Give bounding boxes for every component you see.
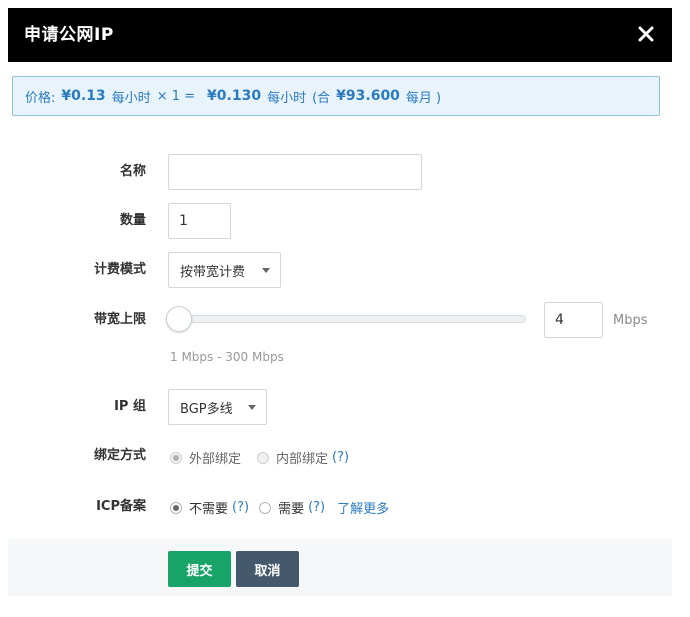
binding-mode-label: 绑定方式: [93, 448, 146, 463]
icp-required-help[interactable]: (?): [308, 500, 325, 515]
internal-binding-label: 内部绑定: [276, 452, 329, 467]
price-multiplier: × 1 =: [156, 88, 196, 104]
apply-public-ip-dialog: 申请公网IP 价格: ¥0.13 每小时 × 1 = ¥0.130 每小时 (合…: [8, 8, 672, 596]
quantity-label: 数量: [119, 213, 146, 228]
binding-help-link[interactable]: (?): [332, 450, 349, 465]
radio-icp-not-required[interactable]: [170, 501, 182, 514]
cancel-button[interactable]: 取消: [236, 551, 299, 587]
radio-internal-binding[interactable]: [257, 451, 270, 464]
bandwidth-slider-track[interactable]: [172, 315, 526, 323]
total-price-period: 每小时: [267, 90, 307, 106]
ip-group-select[interactable]: BGP多线: [168, 389, 267, 425]
dialog-title-bar: 申请公网IP: [8, 8, 672, 62]
close-button[interactable]: [632, 20, 660, 48]
name-label: 名称: [119, 164, 146, 179]
icp-not-required-label: 不需要: [189, 502, 229, 517]
dialog-title: 申请公网IP: [24, 25, 114, 45]
quantity-input[interactable]: [168, 203, 231, 239]
total-price: ¥0.130: [207, 88, 262, 104]
icp-not-required-help[interactable]: (?): [232, 500, 249, 515]
billing-mode-select[interactable]: 按带宽计费: [168, 252, 281, 288]
icp-options: 不需要 (?) 需要 (?) 了解更多: [170, 498, 389, 517]
bandwidth-label: 带宽上限: [93, 312, 146, 327]
billing-mode-label: 计费模式: [93, 262, 146, 277]
icp-label: ICP备案: [96, 499, 146, 514]
caret-down-icon: [262, 268, 270, 273]
submit-button[interactable]: 提交: [168, 551, 231, 587]
ip-group-label: IP 组: [114, 399, 146, 414]
name-input[interactable]: [168, 154, 422, 190]
radio-external-binding[interactable]: [170, 451, 182, 464]
monthly-open: (合: [312, 90, 331, 106]
unit-price-period: 每小时: [111, 90, 151, 106]
monthly-price: ¥93.600: [336, 88, 400, 104]
bandwidth-slider-handle[interactable]: [166, 306, 192, 332]
icp-required-label: 需要: [278, 502, 305, 517]
billing-mode-value: 按带宽计费: [180, 264, 246, 280]
price-label: 价格:: [25, 90, 56, 106]
close-icon: [638, 26, 654, 42]
icp-learn-more-link[interactable]: 了解更多: [337, 498, 389, 517]
unit-price: ¥0.13: [61, 88, 106, 104]
dialog-footer: [8, 539, 672, 596]
price-summary: 价格: ¥0.13 每小时 × 1 = ¥0.130 每小时 (合 ¥93.60…: [12, 76, 660, 116]
bandwidth-unit: Mbps: [613, 313, 648, 328]
external-binding-label: 外部绑定: [189, 452, 242, 467]
binding-mode-options: 外部绑定 内部绑定 (?): [170, 448, 349, 467]
caret-down-icon: [248, 405, 256, 410]
ip-group-value: BGP多线: [180, 401, 233, 417]
monthly-unit: 每月 ): [405, 90, 442, 106]
bandwidth-input[interactable]: [544, 302, 603, 338]
radio-icp-required[interactable]: [259, 501, 272, 514]
bandwidth-range-hint: 1 Mbps - 300 Mbps: [170, 350, 284, 364]
